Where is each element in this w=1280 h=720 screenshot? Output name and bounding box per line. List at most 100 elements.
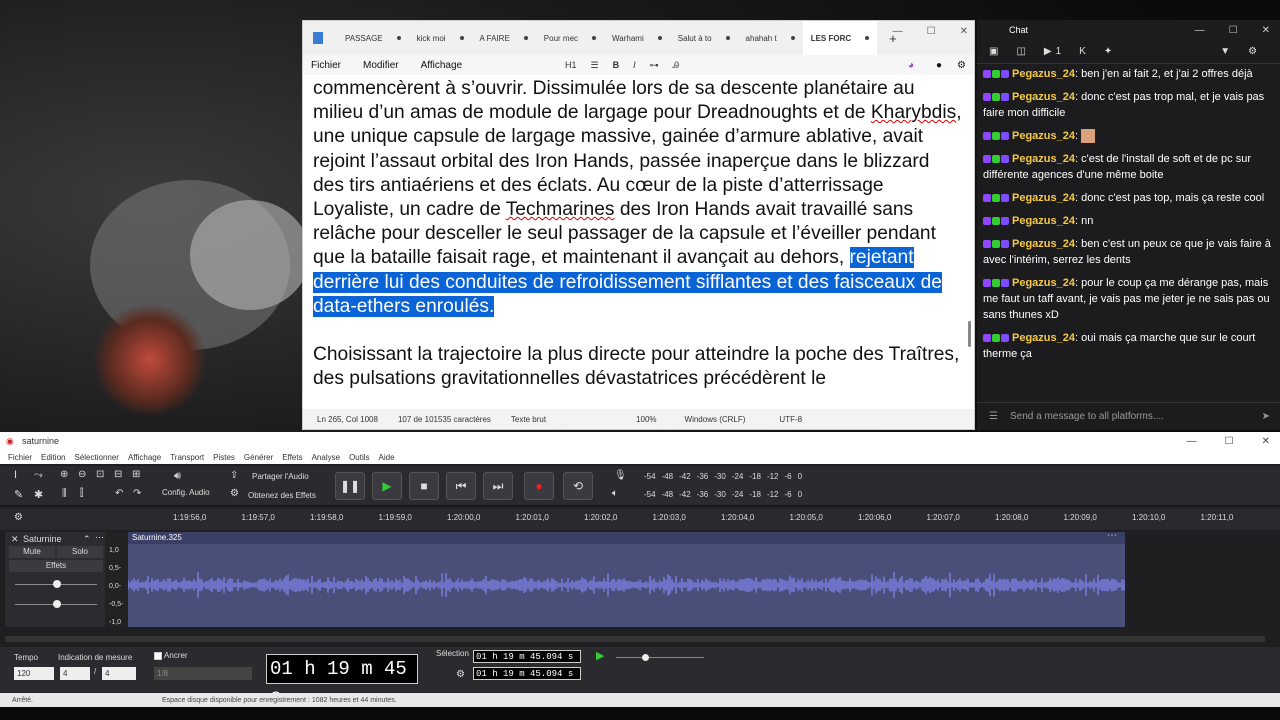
menu-item[interactable]: Analyse <box>312 453 340 462</box>
settings-gear-icon[interactable]: ⚙ <box>1248 46 1257 57</box>
zoom-out-icon[interactable]: ⊖ <box>78 469 86 480</box>
waveform-clip[interactable]: Saturnine.325 ⋯ <box>128 530 1125 627</box>
selection-start[interactable]: 01 h 19 m 45.094 s <box>473 650 581 663</box>
play-at-speed-icon[interactable]: ▶ <box>596 649 604 662</box>
profile-icon[interactable]: ● <box>936 60 942 71</box>
envelope-tool-icon[interactable]: ⤳ <box>34 469 43 482</box>
play-button[interactable]: ▶ <box>372 472 402 500</box>
notepad-tab-active[interactable]: LES FORC <box>802 21 878 55</box>
menu-item[interactable]: Sélectionner <box>74 453 118 462</box>
minimize-icon[interactable]: — <box>1195 25 1205 36</box>
scrollbar-thumb[interactable] <box>968 321 971 347</box>
trim-icon[interactable]: ⫼ <box>62 488 67 499</box>
time-display[interactable]: 01 h 19 m 45 s <box>266 654 418 708</box>
maximize-icon[interactable]: ☐ <box>927 26 936 37</box>
pause-button[interactable]: ❚❚ <box>335 472 365 500</box>
share-icon[interactable]: ⇪ <box>230 470 238 481</box>
skip-end-button[interactable]: ⏭ <box>483 472 513 500</box>
list-icon[interactable]: ☰ <box>989 411 998 422</box>
minimize-icon[interactable]: — <box>1187 436 1197 447</box>
snap-checkbox[interactable] <box>154 652 162 660</box>
gain-knob[interactable] <box>53 580 61 588</box>
minimize-icon[interactable]: — <box>893 26 903 37</box>
menu-item[interactable]: Pistes <box>213 453 235 462</box>
menu-file[interactable]: Fichier <box>311 60 341 71</box>
measure-den-input[interactable]: 4 <box>102 667 136 680</box>
filter-icon[interactable]: ▼ <box>1220 46 1230 57</box>
selection-end[interactable]: 01 h 19 m 45.094 s <box>473 667 581 680</box>
silence-icon[interactable]: ⫿ <box>80 488 83 499</box>
kick-icon[interactable]: K <box>1079 46 1086 57</box>
link-icon[interactable]: ⊶ <box>650 60 659 71</box>
notepad-tab[interactable]: A FAIRE <box>472 21 536 55</box>
multi-tool-icon[interactable]: ✱ <box>34 488 43 501</box>
measure-num-input[interactable]: 4 <box>60 667 90 680</box>
chat-input[interactable]: Send a message to all platforms.... <box>1010 411 1164 422</box>
chat-username[interactable]: Pegazus_24 <box>1012 332 1075 344</box>
speed-slider[interactable] <box>616 657 704 658</box>
loop-button[interactable]: ⟲ <box>563 472 593 500</box>
list-icon[interactable]: ☰ <box>591 60 599 71</box>
effects-icon[interactable]: ⚙ <box>230 488 239 499</box>
h-scrollbar[interactable] <box>5 636 1265 642</box>
notepad-tab[interactable]: Warhami <box>604 21 670 55</box>
chat-username[interactable]: Pegazus_24 <box>1012 192 1075 204</box>
chat-username[interactable]: Pegazus_24 <box>1012 130 1075 142</box>
select-tool-icon[interactable]: I <box>14 469 17 481</box>
settings-gear-icon[interactable]: ⚙ <box>957 60 966 71</box>
track-menu-icon[interactable]: ⋯ <box>95 532 104 543</box>
notepad-tab[interactable]: kick moi <box>409 21 472 55</box>
ruler-gear-icon[interactable]: ⚙ <box>14 512 23 523</box>
bold-icon[interactable]: B <box>613 60 620 70</box>
heading-select[interactable]: H1 <box>565 60 577 70</box>
draw-tool-icon[interactable]: ✎ <box>14 488 23 501</box>
chat-username[interactable]: Pegazus_24 <box>1012 91 1075 103</box>
chat-username[interactable]: Pegazus_24 <box>1012 238 1075 250</box>
zoom-sel-icon[interactable]: ⊡ <box>96 469 104 480</box>
selection-gear-icon[interactable]: ⚙ <box>456 669 465 680</box>
snap-select[interactable]: 1/8 <box>154 667 252 680</box>
sparkle-icon[interactable]: ✦ <box>1104 46 1112 57</box>
menu-item[interactable]: Affichage <box>128 453 161 462</box>
record-button[interactable]: ● <box>524 472 554 500</box>
notepad-tab[interactable]: Pour mec <box>536 21 604 55</box>
clip-name[interactable]: Saturnine.325 <box>128 532 1125 544</box>
pan-knob[interactable] <box>53 600 61 608</box>
collapse-icon[interactable]: ⌃ <box>83 534 91 545</box>
close-icon[interactable]: ✕ <box>1262 25 1270 36</box>
menu-item[interactable]: Outils <box>349 453 369 462</box>
menu-view[interactable]: Affichage <box>421 60 463 71</box>
playback-meter[interactable]: -54 -48 -42 -36 -30 -24 -18 -12 -6 0 <box>644 490 802 499</box>
notepad-editor[interactable]: commencèrent à s’ouvrir. Dissimulée lors… <box>303 75 974 411</box>
menu-edit[interactable]: Modifier <box>363 60 399 71</box>
notepad-tab[interactable]: ahahah t <box>738 21 803 55</box>
share-audio-button[interactable]: Partager l'Audio <box>252 472 309 481</box>
config-audio-button[interactable]: Config. Audio <box>162 488 210 497</box>
menu-item[interactable]: Fichier <box>8 453 32 462</box>
comment-icon[interactable]: ◫ <box>1016 46 1025 57</box>
menu-item[interactable]: Transport <box>170 453 204 462</box>
youtube-icon[interactable]: ▶ <box>1044 46 1052 57</box>
speed-knob[interactable] <box>642 654 649 661</box>
solo-button[interactable]: Solo <box>57 546 103 558</box>
speaker-icon[interactable]: 🔊︎ <box>174 470 181 483</box>
skip-start-button[interactable]: ⏮ <box>446 472 476 500</box>
italic-icon[interactable]: I <box>633 60 636 70</box>
menu-item[interactable]: Générer <box>244 453 273 462</box>
redo-icon[interactable]: ↷ <box>133 488 141 499</box>
get-effects-button[interactable]: Obtenez des Effets <box>248 491 316 500</box>
close-track-icon[interactable]: ✕ <box>11 534 19 545</box>
close-icon[interactable]: ✕ <box>960 26 968 37</box>
effects-button[interactable]: Effets <box>9 560 103 572</box>
zoom-toggle-icon[interactable]: ⊞ <box>132 469 140 480</box>
send-icon[interactable]: ➤ <box>1262 411 1270 422</box>
chat-username[interactable]: Pegazus_24 <box>1012 153 1075 165</box>
maximize-icon[interactable]: ☐ <box>1229 25 1238 36</box>
undo-icon[interactable]: ↶ <box>115 488 123 499</box>
chat-username[interactable]: Pegazus_24 <box>1012 215 1075 227</box>
notepad-tab[interactable]: Salut à to <box>670 21 738 55</box>
close-icon[interactable]: ✕ <box>1262 436 1270 447</box>
record-meter[interactable]: -54 -48 -42 -36 -30 -24 -18 -12 -6 0 <box>644 472 802 481</box>
copilot-icon[interactable]: ◕ <box>908 60 914 71</box>
track-name[interactable]: Saturnine <box>23 534 62 544</box>
